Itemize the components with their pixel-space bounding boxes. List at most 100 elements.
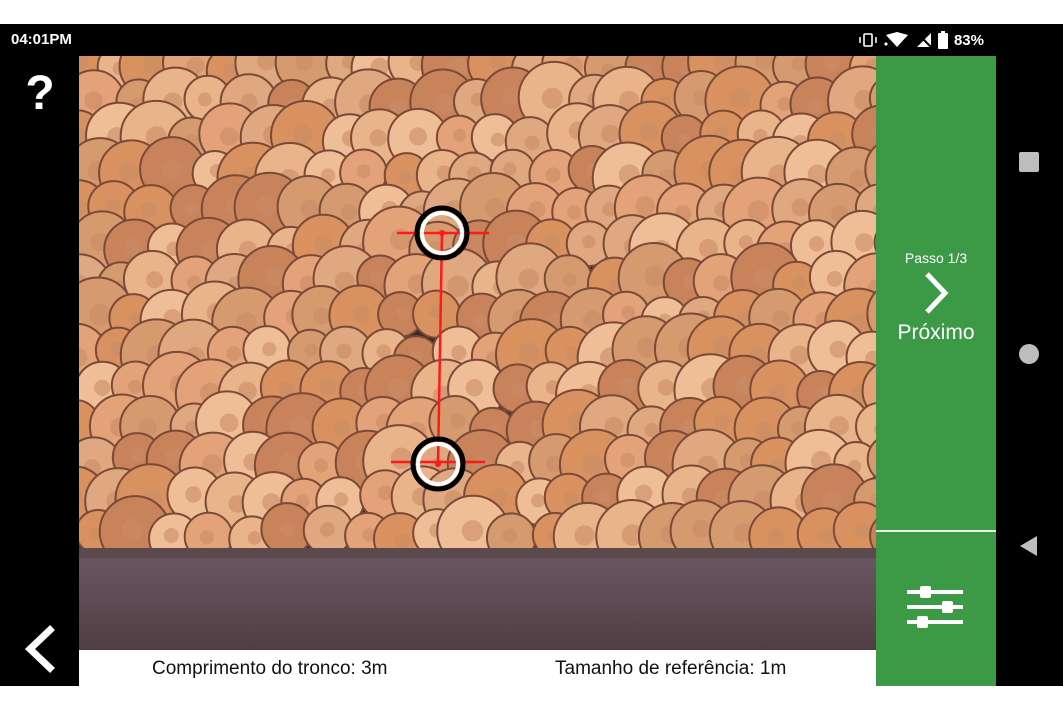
log-core [657, 379, 675, 396]
log-core [582, 453, 604, 475]
log-core [313, 307, 331, 325]
log-core [162, 159, 182, 180]
log-core [634, 484, 653, 502]
log-core [692, 519, 711, 538]
log-core [313, 458, 328, 473]
log-core [447, 275, 469, 297]
log-core [333, 492, 349, 507]
log-core [792, 276, 807, 291]
log-core [822, 489, 842, 510]
system-back-button[interactable] [1017, 534, 1041, 563]
log-core [336, 343, 352, 359]
log-core [450, 412, 466, 429]
log-core [89, 303, 111, 326]
status-icons: 83% [858, 31, 984, 49]
log-core [772, 309, 790, 328]
status-bar: 04:01PM 83% [0, 24, 996, 56]
next-button[interactable]: Passo 1/3 Próximo [876, 56, 996, 530]
log-core [562, 272, 577, 287]
next-label: Próximo [897, 321, 975, 344]
back-button[interactable] [20, 624, 60, 674]
log-core [409, 127, 428, 146]
home-button[interactable] [1017, 342, 1041, 371]
log-core [639, 122, 659, 142]
recents-button[interactable] [1017, 150, 1041, 179]
log-core [292, 124, 314, 145]
no-sim-icon [916, 32, 932, 48]
log-core [435, 93, 455, 114]
log-core [574, 525, 595, 546]
reference-size-label: Tamanho de referência: 1m [555, 658, 787, 679]
log-core [118, 162, 139, 183]
log-core [618, 377, 636, 394]
log-core [754, 421, 774, 440]
log-core [452, 128, 467, 142]
log-core [789, 345, 810, 365]
home-icon [1019, 344, 1039, 364]
log-core [356, 164, 371, 179]
log-core [582, 235, 596, 249]
log-core [791, 198, 810, 217]
log-core [753, 267, 775, 289]
log-core [199, 530, 215, 545]
log-core [855, 233, 874, 252]
recents-icon [1019, 152, 1039, 172]
log-core [369, 129, 387, 147]
log-core [636, 337, 657, 358]
vibrate-icon [859, 33, 877, 47]
log-core [767, 528, 785, 546]
log-core [620, 452, 636, 468]
log-core [394, 533, 411, 549]
log-core [714, 414, 730, 430]
log-pile-canvas [79, 56, 876, 650]
log-core [184, 201, 199, 216]
log-core [465, 379, 484, 397]
log-core [807, 97, 824, 114]
help-button[interactable]: ? [22, 66, 58, 122]
log-core [461, 520, 484, 542]
log-core [826, 271, 843, 287]
log-core [370, 270, 385, 285]
log-core [332, 418, 350, 437]
log-core [390, 447, 413, 470]
log-core [524, 135, 540, 151]
log-core [518, 268, 539, 289]
log-core [601, 124, 620, 144]
log-core [340, 203, 358, 221]
log-core [84, 91, 103, 110]
log-core [352, 305, 371, 324]
log-core [264, 266, 285, 287]
log-core [621, 305, 636, 320]
log-core [226, 346, 242, 361]
log-core [197, 92, 212, 107]
log-core [163, 527, 179, 543]
log-core [398, 171, 412, 185]
battery-icon [937, 31, 948, 49]
chevron-left-icon [24, 625, 55, 673]
wifi-icon [883, 32, 908, 47]
left-toolbar: ? [0, 56, 79, 686]
log-core [635, 196, 656, 216]
log-core [854, 521, 871, 538]
log-core [219, 413, 239, 433]
log-core [545, 167, 561, 183]
log-core [791, 57, 806, 72]
log-core [94, 379, 111, 396]
log-core [256, 194, 278, 216]
log-core [304, 343, 318, 357]
battery-percent: 83% [953, 31, 984, 49]
measurement-caption: Comprimento do tronco: 3m Tamanho de ref… [79, 650, 876, 686]
log-core [318, 378, 336, 396]
sliders-icon [907, 586, 963, 628]
log-core [247, 531, 262, 545]
log-core [140, 201, 157, 218]
chevron-right-icon [925, 272, 949, 314]
status-time: 04:01PM [11, 31, 72, 48]
log-core [278, 453, 299, 474]
log-core [377, 485, 393, 501]
log-core [518, 342, 540, 364]
settings-button[interactable] [876, 532, 996, 686]
log-core [713, 274, 730, 292]
system-nav-bar [996, 24, 1063, 686]
log-pile-photo[interactable] [79, 56, 876, 650]
